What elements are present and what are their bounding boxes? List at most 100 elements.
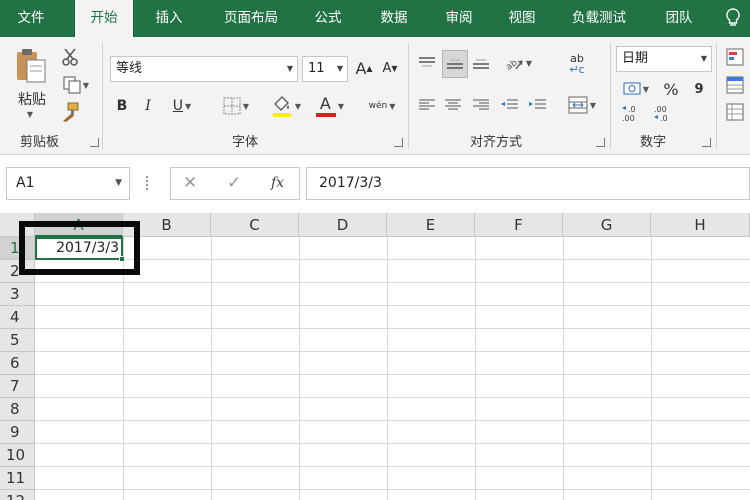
- format-painter-icon[interactable]: [58, 101, 82, 123]
- font-name-dropdown-icon[interactable]: ▼: [287, 57, 293, 81]
- column-header-h[interactable]: H: [651, 213, 750, 237]
- column-header-f[interactable]: F: [475, 213, 563, 237]
- copy-icon[interactable]: ▼: [58, 74, 94, 96]
- underline-button[interactable]: U ▼: [164, 94, 200, 118]
- orientation-icon[interactable]: ab ▼: [500, 52, 536, 74]
- column-gridline: [123, 237, 124, 500]
- formula-input[interactable]: 2017/3/3: [306, 167, 750, 200]
- tab-insert[interactable]: 插入: [140, 0, 198, 37]
- percent-button[interactable]: %: [660, 77, 682, 101]
- number-format-box[interactable]: 日期 ▼: [616, 46, 712, 72]
- align-top-icon[interactable]: [416, 52, 438, 74]
- conditional-format-icon[interactable]: [724, 46, 746, 68]
- paste-dropdown-icon[interactable]: ▼: [22, 109, 36, 119]
- paste-button[interactable]: 粘贴: [12, 88, 52, 110]
- row-header-12[interactable]: 12: [0, 490, 35, 500]
- tab-page-layout[interactable]: 页面布局: [212, 0, 290, 37]
- clipboard-launcher-icon[interactable]: [90, 138, 99, 147]
- decrease-decimal-icon[interactable]: .00.0: [650, 101, 676, 125]
- insert-function-icon[interactable]: fx: [271, 168, 284, 199]
- merge-center-button[interactable]: ▼: [562, 92, 602, 118]
- fill-color-button[interactable]: ▼: [268, 92, 304, 120]
- tab-file[interactable]: 文件: [0, 0, 62, 37]
- decrease-indent-icon[interactable]: [498, 94, 520, 116]
- format-as-table-icon[interactable]: [724, 74, 746, 96]
- formula-bar-grip[interactable]: [146, 176, 149, 190]
- column-gridline: [475, 237, 476, 500]
- align-middle-icon[interactable]: [442, 50, 468, 78]
- group-divider: [102, 43, 103, 149]
- row-header-7[interactable]: 7: [0, 375, 35, 398]
- tab-formulas[interactable]: 公式: [302, 0, 354, 37]
- font-size-dropdown-icon[interactable]: ▼: [337, 57, 343, 81]
- tab-load-test[interactable]: 负载测试: [558, 0, 640, 37]
- column-header-b[interactable]: B: [123, 213, 211, 237]
- font-size-box[interactable]: 11 ▼: [302, 56, 348, 82]
- font-size-value: 11: [308, 61, 325, 76]
- column-header-a[interactable]: A: [35, 213, 123, 237]
- column-header-c[interactable]: C: [211, 213, 299, 237]
- font-color-button[interactable]: A ▼: [312, 92, 348, 120]
- italic-button[interactable]: I: [138, 94, 158, 118]
- comma-style-button[interactable]: 9: [688, 77, 710, 101]
- align-left-icon[interactable]: [416, 94, 438, 116]
- number-format-dropdown-icon[interactable]: ▼: [701, 47, 707, 71]
- column-gridline: [299, 237, 300, 500]
- tell-me-bulb-icon[interactable]: [726, 8, 740, 32]
- row-header-5[interactable]: 5: [0, 329, 35, 352]
- borders-button[interactable]: ▼: [216, 94, 256, 118]
- shrink-font-button[interactable]: A ▼: [380, 56, 400, 80]
- row-header-4[interactable]: 4: [0, 306, 35, 329]
- column-gridline: [387, 237, 388, 500]
- align-bottom-icon[interactable]: [470, 52, 492, 74]
- tab-view[interactable]: 视图: [496, 0, 548, 37]
- svg-text:.00: .00: [654, 105, 667, 114]
- increase-indent-icon[interactable]: [526, 94, 548, 116]
- wrap-text-button[interactable]: ab ↵c: [564, 48, 590, 78]
- row-gridline: [35, 305, 750, 306]
- select-all-corner[interactable]: [0, 213, 35, 237]
- tab-review[interactable]: 审阅: [434, 0, 484, 37]
- accounting-format-button[interactable]: ▼: [618, 77, 654, 101]
- align-right-icon[interactable]: [470, 94, 492, 116]
- worksheet-grid[interactable]: A B C D E F G H 1 2 3 4 5 6 7 8 9 10 11 …: [0, 213, 750, 500]
- fill-handle[interactable]: [119, 256, 125, 262]
- tab-home[interactable]: 开始: [74, 0, 134, 37]
- cancel-icon[interactable]: ✕: [183, 168, 197, 199]
- row-gridline: [35, 259, 750, 260]
- name-box[interactable]: A1 ▼: [6, 167, 130, 200]
- row-header-6[interactable]: 6: [0, 352, 35, 375]
- cell-styles-icon[interactable]: [724, 101, 746, 123]
- row-header-8[interactable]: 8: [0, 398, 35, 421]
- column-header-d[interactable]: D: [299, 213, 387, 237]
- paste-icon[interactable]: [10, 45, 50, 85]
- borders-icon: [223, 97, 241, 115]
- grow-font-button[interactable]: A ▲: [354, 56, 374, 80]
- row-header-10[interactable]: 10: [0, 444, 35, 467]
- row-header-1[interactable]: 1: [0, 237, 35, 260]
- align-center-icon[interactable]: [442, 94, 464, 116]
- font-name-box[interactable]: 等线 ▼: [110, 56, 298, 82]
- name-box-dropdown-icon[interactable]: ▼: [115, 168, 122, 199]
- row-header-3[interactable]: 3: [0, 283, 35, 306]
- tab-data[interactable]: 数据: [368, 0, 420, 37]
- column-header-e[interactable]: E: [387, 213, 475, 237]
- font-launcher-icon[interactable]: [394, 138, 403, 147]
- font-name-value: 等线: [116, 61, 143, 76]
- number-launcher-icon[interactable]: [702, 138, 711, 147]
- cell-a1[interactable]: 2017/3/3: [35, 237, 123, 260]
- merge-center-icon: [568, 96, 588, 114]
- bold-button[interactable]: B: [112, 94, 132, 118]
- column-gridline: [563, 237, 564, 500]
- phonetic-button[interactable]: wén ▼: [362, 94, 402, 118]
- column-header-g[interactable]: G: [563, 213, 651, 237]
- alignment-group-label: 对齐方式: [470, 135, 523, 150]
- row-header-11[interactable]: 11: [0, 467, 35, 490]
- enter-icon[interactable]: ✓: [227, 168, 241, 199]
- cut-icon[interactable]: [58, 45, 82, 69]
- tab-team[interactable]: 团队: [652, 0, 706, 37]
- increase-decimal-icon[interactable]: .0.00: [618, 101, 644, 125]
- alignment-launcher-icon[interactable]: [596, 138, 605, 147]
- row-header-9[interactable]: 9: [0, 421, 35, 444]
- row-header-2[interactable]: 2: [0, 260, 35, 283]
